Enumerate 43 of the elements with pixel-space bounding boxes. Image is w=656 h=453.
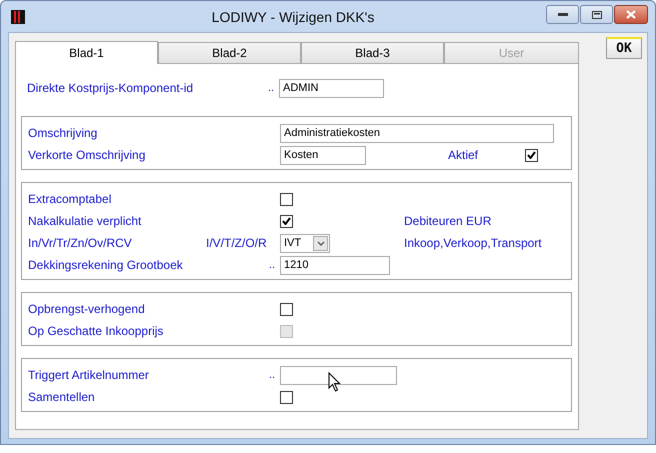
field-label: Op Geschatte Inkoopprijs bbox=[28, 324, 164, 338]
input-field[interactable]: 1210 bbox=[280, 256, 390, 274]
lookup-dots: .. bbox=[268, 82, 274, 94]
tab[interactable]: Blad-3 bbox=[301, 42, 444, 63]
close-icon bbox=[626, 10, 636, 19]
checkbox[interactable] bbox=[280, 214, 293, 228]
input-field[interactable]: Administratiekosten bbox=[280, 124, 554, 142]
checkbox[interactable] bbox=[525, 148, 538, 162]
checkbox[interactable] bbox=[280, 192, 293, 206]
field-label: Dekkingsrekening Grootboek bbox=[28, 258, 184, 272]
mouse-cursor bbox=[328, 372, 341, 392]
ok-button[interactable]: OK bbox=[606, 37, 642, 59]
field-label: In/Vr/Tr/Zn/Ov/RCV bbox=[28, 236, 133, 250]
input-field[interactable]: ADMIN bbox=[279, 78, 384, 98]
app-icon bbox=[11, 10, 25, 24]
checkbox[interactable] bbox=[280, 390, 293, 404]
field-label: Samentellen bbox=[28, 390, 96, 404]
info-text: Inkoop,Verkoop,Transport bbox=[404, 236, 542, 250]
field-label: Nakalkulatie verplicht bbox=[28, 214, 142, 228]
lookup-dots: .. bbox=[269, 369, 276, 381]
field-label: Extracomptabel bbox=[28, 192, 112, 206]
caret-icon bbox=[316, 240, 324, 246]
input-field[interactable]: Kosten bbox=[280, 146, 366, 164]
field-label: Aktief bbox=[448, 148, 480, 162]
checkbox[interactable] bbox=[280, 302, 293, 316]
tab[interactable]: Blad-2 bbox=[158, 42, 301, 63]
minimize-button[interactable] bbox=[546, 5, 579, 24]
field-label: Opbrengst-verhogend bbox=[28, 302, 146, 316]
window-title: LODIWY - Wijzigen DKK's bbox=[212, 9, 374, 25]
maximize-button[interactable] bbox=[580, 5, 613, 24]
close-button[interactable] bbox=[614, 5, 648, 24]
field-label: Triggert Artikelnummer bbox=[28, 368, 150, 382]
maximize-icon bbox=[592, 10, 602, 18]
field-label: Verkorte Omschrijving bbox=[28, 148, 146, 162]
lookup-dots: .. bbox=[269, 259, 276, 271]
field-label: Omschrijving bbox=[28, 126, 98, 140]
info-text: Debiteuren EUR bbox=[404, 214, 492, 228]
tab[interactable]: Blad-1 bbox=[15, 41, 158, 64]
dropdown[interactable]: IVT bbox=[280, 234, 330, 252]
input-field[interactable] bbox=[280, 366, 397, 384]
field-label: Direkte Kostprijs-Komponent-id bbox=[27, 81, 194, 95]
field-label: I/V/T/Z/O/R bbox=[206, 236, 267, 250]
minimize-icon bbox=[558, 12, 568, 16]
